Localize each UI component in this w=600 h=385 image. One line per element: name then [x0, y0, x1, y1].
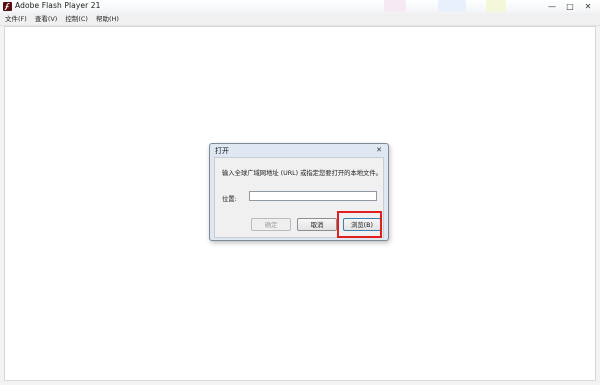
menu-control[interactable]: 控制(C)	[61, 13, 92, 25]
minimize-icon[interactable]: —	[543, 0, 561, 12]
dialog-body: 输入全球广域网地址 (URL) 或指定您要打开的本地文件。 位置: 确定 取消 …	[214, 157, 384, 238]
browse-button[interactable]: 浏览(B)	[343, 218, 381, 231]
cancel-button[interactable]: 取消	[297, 218, 337, 231]
location-input[interactable]	[249, 191, 377, 201]
background-decoration	[486, 0, 506, 12]
background-decoration	[384, 0, 406, 12]
background-decoration	[438, 0, 466, 12]
open-dialog: 打开 ✕ 输入全球广域网地址 (URL) 或指定您要打开的本地文件。 位置: 确…	[209, 143, 389, 241]
window-title: Adobe Flash Player 21	[15, 1, 101, 10]
menu-bar: 文件(F) 查看(V) 控制(C) 帮助(H)	[0, 13, 600, 26]
window-controls: — □ ✕	[543, 0, 597, 12]
dialog-close-icon[interactable]: ✕	[373, 145, 385, 155]
menu-help[interactable]: 帮助(H)	[92, 13, 123, 25]
close-icon[interactable]: ✕	[579, 0, 597, 12]
dialog-prompt: 输入全球广域网地址 (URL) 或指定您要打开的本地文件。	[222, 170, 382, 177]
ok-button[interactable]: 确定	[251, 218, 291, 231]
menu-view[interactable]: 查看(V)	[31, 13, 62, 25]
maximize-icon[interactable]: □	[561, 0, 579, 12]
flash-player-window: Adobe Flash Player 21 — □ ✕ 文件(F) 查看(V) …	[0, 0, 600, 385]
title-bar[interactable]: Adobe Flash Player 21 — □ ✕	[0, 0, 600, 13]
menu-file[interactable]: 文件(F)	[0, 13, 31, 25]
dialog-title: 打开	[215, 147, 229, 155]
location-label: 位置:	[222, 196, 237, 203]
flash-app-icon	[3, 2, 12, 11]
